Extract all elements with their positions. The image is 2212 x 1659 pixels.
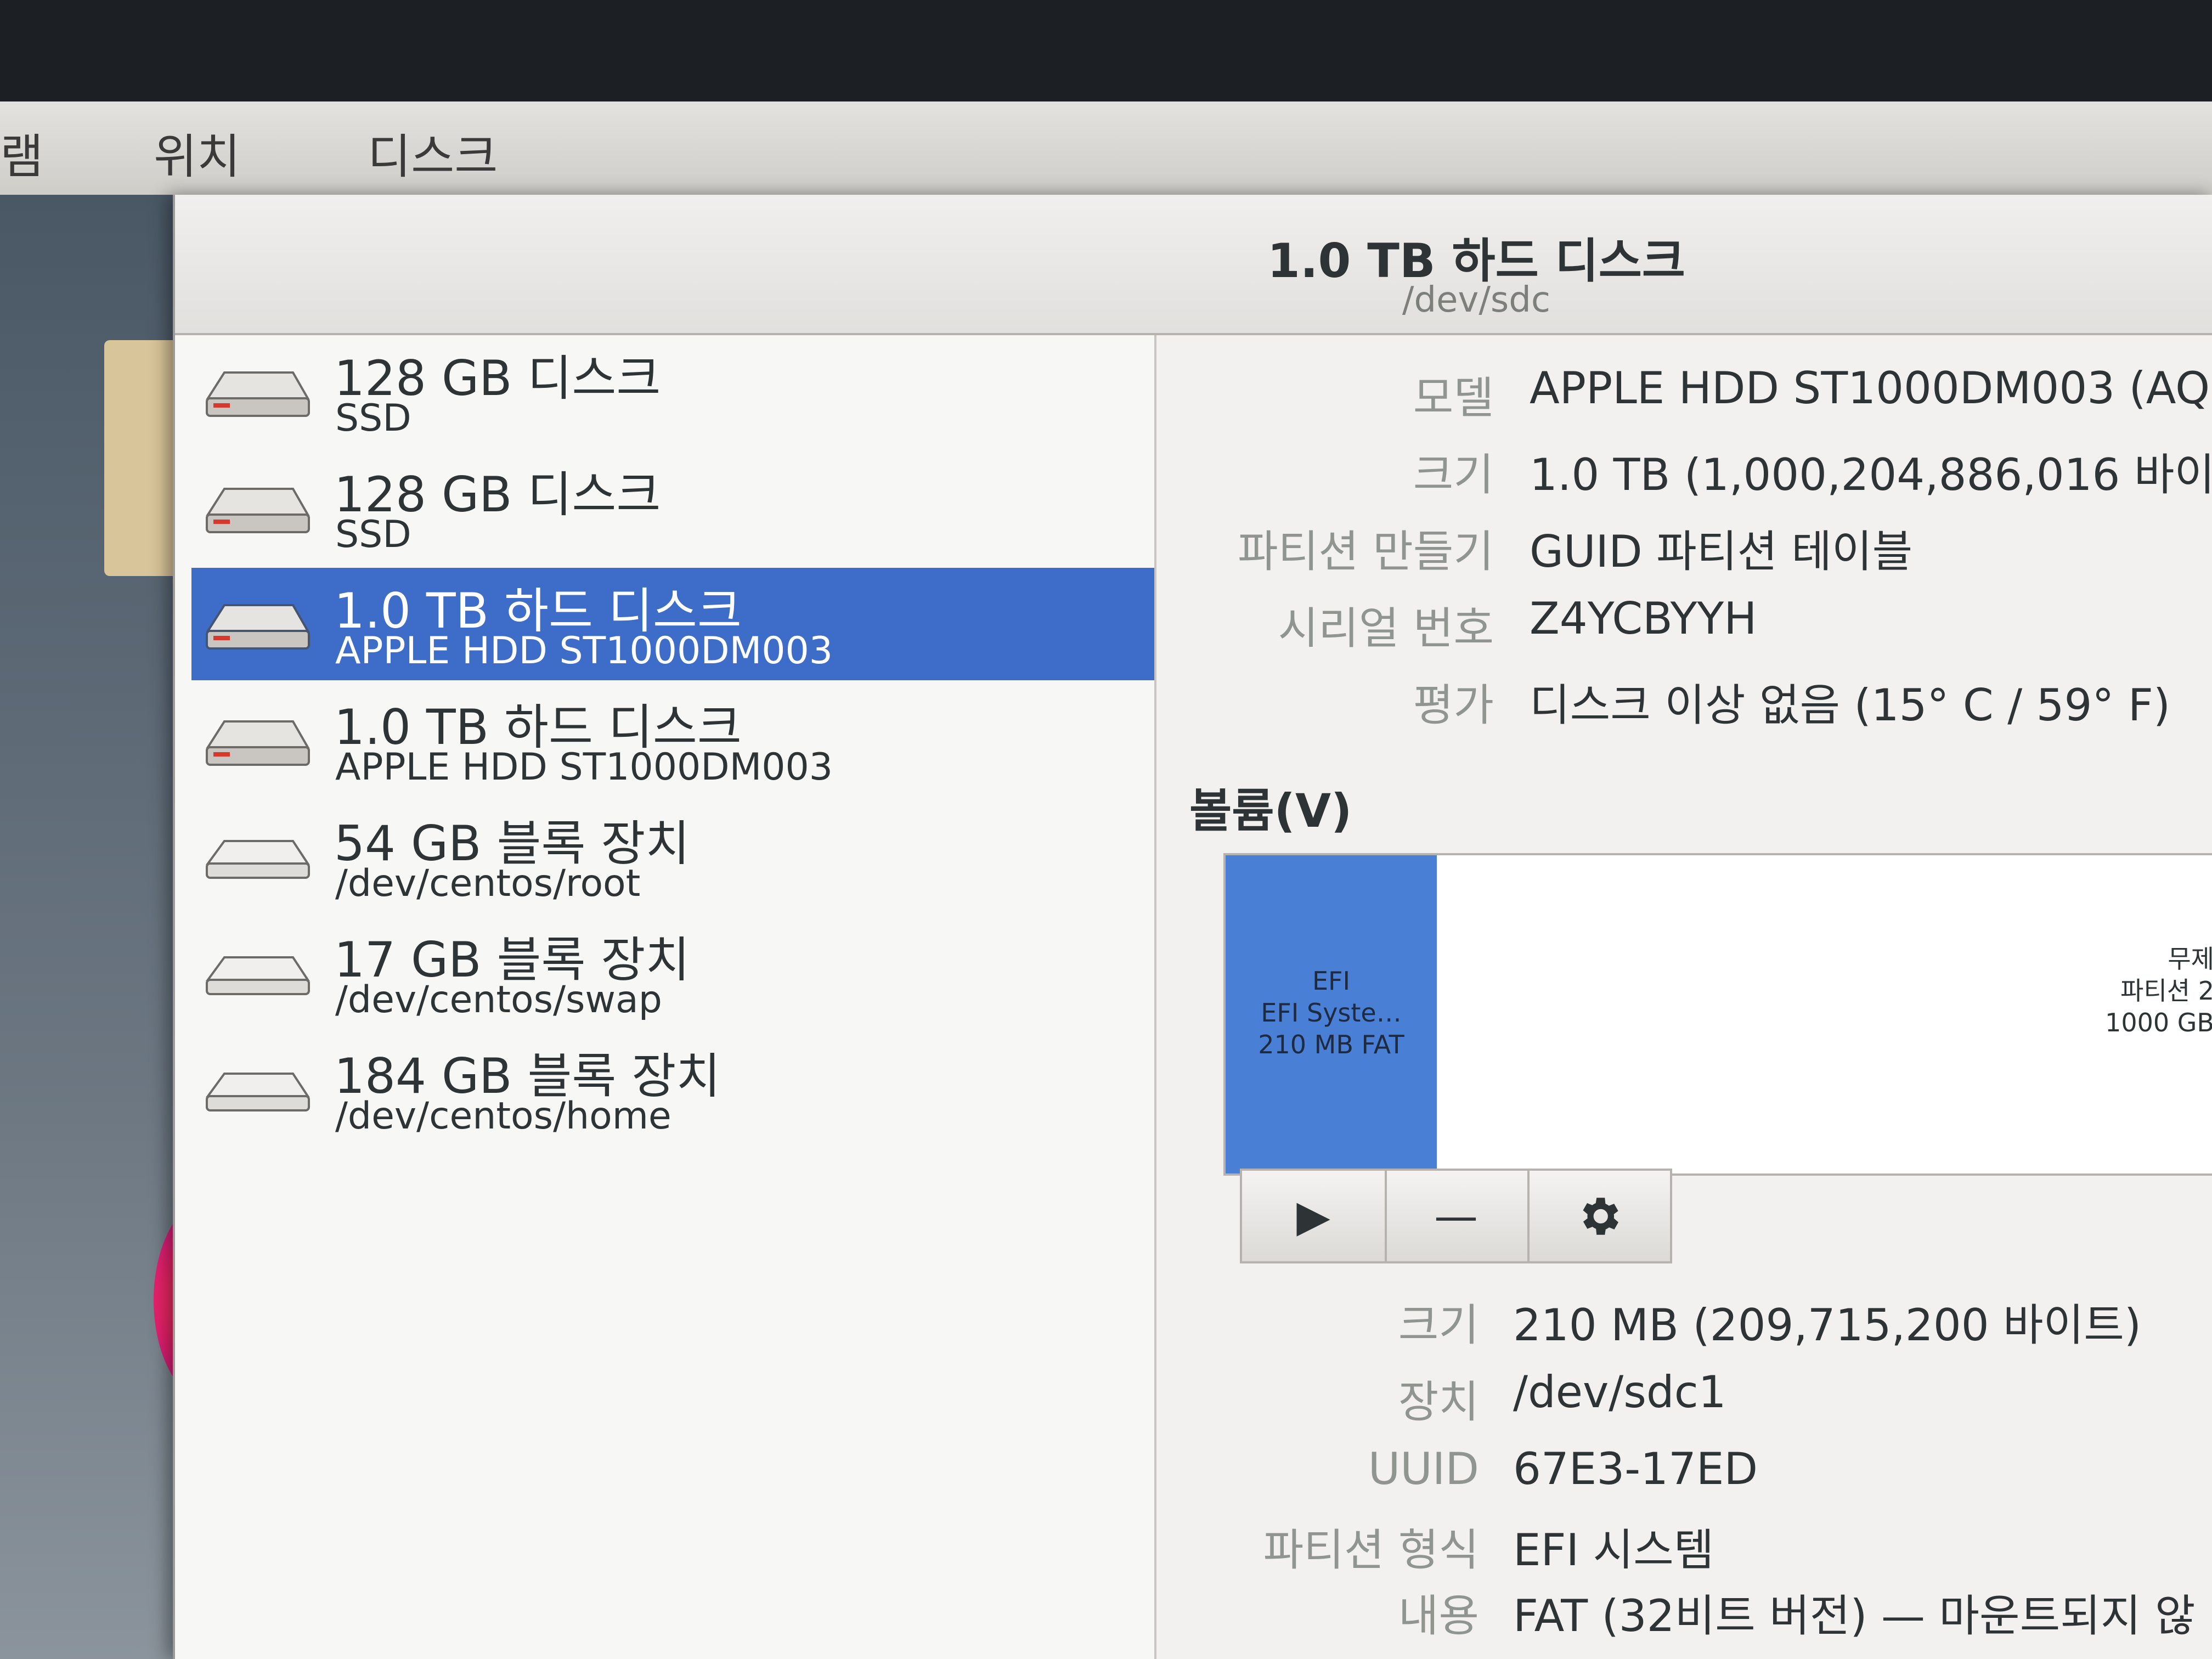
size-label: 크기 (1413, 449, 1494, 500)
top-panel: 램 위치 디스크 (0, 101, 2212, 197)
partition-2-name: 파티션 2 (2120, 976, 2212, 1006)
drive-subtitle: SSD (335, 513, 411, 556)
block-device-icon (206, 840, 310, 879)
drive-icon (206, 371, 310, 417)
assessment-label: 평가 (1413, 680, 1494, 731)
partition-options-button[interactable] (1527, 1171, 1670, 1261)
partition-2-size: 1000 GB (2105, 1008, 2212, 1037)
places-menu[interactable]: 위치 (154, 118, 240, 187)
device-label: 장치 (1398, 1376, 1479, 1427)
efi-block-label: EFI (1312, 966, 1351, 996)
monitor-bezel (0, 0, 2212, 112)
partition-2-label: 무제 (2168, 944, 2212, 974)
drive-subtitle: /dev/centos/swap (335, 978, 662, 1022)
partition-2-block[interactable]: 무제 파티션 2 1000 GB (2028, 943, 2212, 1039)
drive-item-selected[interactable]: 1.0 TB 하드 디스크 APPLE HDD ST1000DM003 (191, 568, 1154, 680)
drive-icon (206, 488, 310, 533)
volumes-heading: 볼륨(V) (1189, 784, 1352, 838)
partition-size-label: 크기 (1398, 1300, 1479, 1351)
partitioning-label: 파티션 만들기 (1237, 526, 1494, 577)
drive-subtitle: /dev/centos/root (335, 862, 641, 905)
window-subtitle: /dev/sdc (1402, 280, 1551, 320)
drive-list: 128 GB 디스크 SSD 128 GB 디스크 SSD 1.0 TB 하드 … (175, 335, 1156, 1659)
efi-block-type: EFI Syste… (1261, 998, 1402, 1028)
drive-icon (206, 604, 310, 650)
play-icon: ▶ (1296, 1190, 1330, 1242)
drive-item[interactable]: 1.0 TB 하드 디스크 APPLE HDD ST1000DM003 (191, 684, 1154, 797)
mount-button[interactable]: ▶ (1242, 1171, 1387, 1261)
delete-partition-button[interactable]: — (1385, 1171, 1530, 1261)
contents-label: 내용 (1398, 1590, 1479, 1641)
drive-subtitle: /dev/centos/home (335, 1094, 672, 1138)
serial-value: Z4YCBYYH (1530, 593, 1757, 644)
uuid-value: 67E3-17ED (1513, 1443, 1758, 1494)
drive-item[interactable]: 184 GB 블록 장치 /dev/centos/home (191, 1033, 1154, 1146)
device-value: /dev/sdc1 (1513, 1367, 1726, 1418)
drive-item[interactable]: 128 GB 디스크 SSD (191, 452, 1154, 564)
assessment-value: 디스크 이상 없음 (15° C / 59° F) (1530, 680, 2171, 731)
partitioning-value: GUID 파티션 테이블 (1530, 526, 1913, 577)
size-value: 1.0 TB (1,000,204,886,016 바이 (1530, 449, 2212, 500)
disks-menu[interactable]: 디스크 (368, 118, 498, 187)
serial-label: 시리얼 번호 (1278, 603, 1494, 654)
drive-item[interactable]: 17 GB 블록 장치 /dev/centos/swap (191, 917, 1154, 1029)
minus-icon: — (1434, 1190, 1478, 1242)
applications-menu[interactable]: 램 (0, 118, 43, 187)
header-bar: 1.0 TB 하드 디스크 /dev/sdc (175, 195, 2212, 335)
efi-partition-block[interactable]: EFI EFI Syste… 210 MB FAT (1226, 855, 1437, 1173)
model-value: APPLE HDD ST1000DM003 (AQ (1530, 363, 2210, 414)
drive-icon (206, 720, 310, 766)
gear-icon (1583, 1197, 1618, 1235)
volume-toolbar: ▶ — (1240, 1169, 1672, 1263)
efi-block-size: 210 MB FAT (1258, 1030, 1404, 1059)
volume-map: EFI EFI Syste… 210 MB FAT 무제 파티션 2 1000 … (1223, 853, 2212, 1176)
partition-size-value: 210 MB (209,715,200 바이트) (1513, 1300, 2142, 1351)
drive-item[interactable]: 54 GB 블록 장치 /dev/centos/root (191, 800, 1154, 913)
drive-subtitle: SSD (335, 397, 411, 440)
partition-type-label: 파티션 형식 (1263, 1525, 1479, 1576)
model-label: 모델 (1413, 373, 1494, 424)
drive-subtitle: APPLE HDD ST1000DM003 (335, 746, 833, 789)
uuid-label: UUID (1368, 1443, 1479, 1494)
contents-value: FAT (32비트 버전) — 마운트되지 않 (1513, 1590, 2196, 1641)
block-device-icon (206, 956, 310, 995)
drive-item[interactable]: 128 GB 디스크 SSD (191, 335, 1154, 448)
drive-subtitle: APPLE HDD ST1000DM003 (335, 629, 833, 673)
partition-type-value: EFI 시스템 (1513, 1525, 1714, 1576)
block-device-icon (206, 1073, 310, 1111)
